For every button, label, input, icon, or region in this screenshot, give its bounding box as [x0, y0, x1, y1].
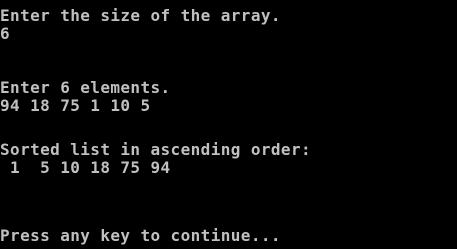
- console-window[interactable]: Enter the size of the array. 6 Enter 6 e…: [0, 0, 457, 249]
- sorted-values: 1 5 10 18 75 94: [0, 158, 171, 177]
- entered-elements: 94 18 75 1 10 5: [0, 96, 151, 115]
- prompt-array-size: Enter the size of the array.: [0, 6, 281, 25]
- press-any-key-prompt: Press any key to continue...: [0, 226, 281, 245]
- entered-array-size: 6: [0, 24, 11, 43]
- sorted-heading: Sorted list in ascending order:: [0, 140, 312, 159]
- prompt-elements: Enter 6 elements.: [0, 78, 171, 97]
